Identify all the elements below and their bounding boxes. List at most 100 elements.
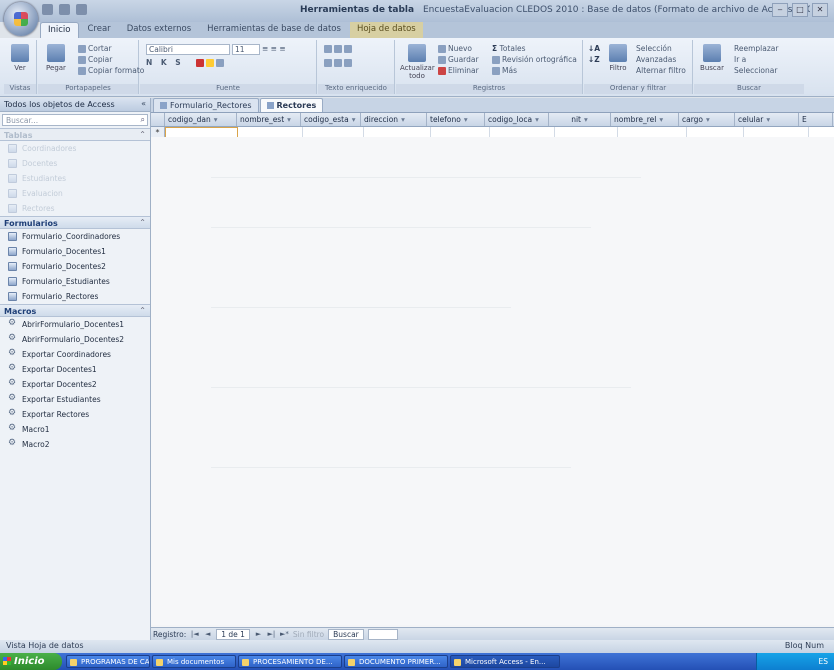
select-all-cell[interactable] [151,113,165,126]
toggle-filter-button[interactable]: Alternar filtro [636,66,686,75]
redo-icon[interactable] [76,4,87,15]
tab-crear[interactable]: Crear [81,22,118,38]
filter-button[interactable]: Filtro [604,44,632,72]
column-header[interactable]: E [799,113,833,126]
nav-item-table[interactable]: Rectores [0,201,150,216]
chevron-double-left-icon[interactable]: « [141,99,146,108]
nav-item-form[interactable]: Formulario_Docentes2 [0,259,150,274]
taskbar-button[interactable]: Mis documentos [152,655,236,668]
nav-item-macro[interactable]: Exportar Docentes1 [0,362,150,377]
cut-button[interactable]: Cortar [78,44,112,53]
nav-item-form[interactable]: Formulario_Rectores [0,289,150,304]
nav-item-macro[interactable]: AbrirFormulario_Docentes2 [0,332,150,347]
column-header[interactable]: codigo_loca ▾ [485,113,549,126]
more-button[interactable]: Más [492,66,517,75]
column-header[interactable]: nombre_rel ▾ [611,113,679,126]
minimize-button[interactable]: ‒ [772,3,788,17]
save-record-button[interactable]: Guardar [438,55,479,64]
last-record-button[interactable]: ►| [267,630,276,639]
format-painter-button[interactable]: Copiar formato [78,66,144,75]
filter-status[interactable]: Sin filtro [293,630,324,639]
column-header[interactable]: cargo ▾ [679,113,735,126]
undo-icon[interactable] [59,4,70,15]
doc-tab-formulario-rectores[interactable]: Formulario_Rectores [153,98,259,112]
tab-hoja-de-datos[interactable]: Hoja de datos [349,22,423,38]
totals-button[interactable]: Σ Totales [492,44,526,53]
nav-item-form[interactable]: Formulario_Estudiantes [0,274,150,289]
record-search-input[interactable]: Buscar [328,628,364,640]
column-header[interactable]: direccion ▾ [361,113,427,126]
nav-item-form[interactable]: Formulario_Coordinadores [0,229,150,244]
find-button[interactable]: Buscar [698,44,726,72]
section-macros[interactable]: Macros ⌃ [0,304,150,317]
nav-pane-header[interactable]: Todos los objetos de Access « [0,98,150,112]
delete-record-button[interactable]: Eliminar [438,66,479,75]
column-header[interactable]: telefono ▾ [427,113,485,126]
tab-inicio[interactable]: Inicio [40,22,79,38]
view-button[interactable]: Ver [6,44,34,72]
nav-item-form[interactable]: Formulario_Docentes1 [0,244,150,259]
align-buttons[interactable]: ≡ ≡ ≡ [262,44,286,53]
ghost-line [211,177,641,178]
first-record-button[interactable]: |◄ [190,630,199,639]
search-icon[interactable]: ⌕ [141,115,145,125]
next-record-button[interactable]: ► [254,630,263,639]
save-icon[interactable] [42,4,53,15]
taskbar-button[interactable]: PROCESAMIENTO DE... [238,655,342,668]
section-forms[interactable]: Formularios ⌃ [0,216,150,229]
new-record-button[interactable]: Nuevo [438,44,472,53]
previous-record-button[interactable]: ◄ [203,630,212,639]
maximize-button[interactable]: □ [792,3,808,17]
paste-button[interactable]: Pegar [42,44,70,72]
refresh-all-button[interactable]: Actualizar todo [400,44,435,80]
spelling-button[interactable]: Revisión ortográfica [492,55,577,64]
column-header[interactable]: codigo_esta ▾ [301,113,361,126]
column-header[interactable]: codigo_dan ▾ [165,113,237,126]
nav-item-table[interactable]: Estudiantes [0,171,150,186]
copy-button[interactable]: Copiar [78,55,112,64]
office-button[interactable] [4,2,38,36]
nav-item-macro[interactable]: Exportar Rectores [0,407,150,422]
font-name-select[interactable]: Calibri [146,44,230,55]
font-size-select[interactable]: 11 [232,44,260,55]
goto-button[interactable]: Ir a [734,55,746,64]
replace-button[interactable]: Reemplazar [734,44,778,53]
nav-item-table[interactable]: Coordinadores [0,141,150,156]
column-header[interactable]: nombre_est ▾ [237,113,301,126]
section-tables[interactable]: Tablas ⌃ [0,128,150,141]
nav-item-macro[interactable]: Macro1 [0,422,150,437]
nav-search-input[interactable]: Buscar... ⌕ [2,114,148,126]
macro-icon [8,408,17,419]
taskbar-button-active[interactable]: Microsoft Access - En... [450,655,560,668]
nav-item-macro[interactable]: Exportar Coordinadores [0,347,150,362]
indent-buttons[interactable] [324,44,354,53]
bold-italic-underline[interactable]: N K S [146,58,184,67]
select-button[interactable]: Seleccionar [734,66,777,75]
nav-item-macro[interactable]: Macro2 [0,437,150,452]
nav-item-table[interactable]: Docentes [0,156,150,171]
font-color-button[interactable] [196,58,226,67]
nav-item-table[interactable]: Evaluacion [0,186,150,201]
taskbar-button[interactable]: DOCUMENTO PRIMER... [344,655,448,668]
sort-desc-button[interactable]: ↓Z [588,55,600,64]
column-header[interactable]: nit ▾ [549,113,611,126]
record-position-input[interactable]: 1 de 1 [216,628,250,640]
nav-item-macro[interactable]: Exportar Docentes2 [0,377,150,392]
nav-item-macro[interactable]: AbrirFormulario_Docentes1 [0,317,150,332]
datasheet-empty-area[interactable] [151,137,834,625]
close-button[interactable]: ✕ [812,3,828,17]
list-buttons[interactable] [324,58,354,67]
new-record-nav-button[interactable]: ►* [280,630,289,639]
tab-datos-externos[interactable]: Datos externos [120,22,198,38]
taskbar-button[interactable]: PROGRAMAS DE CAP... [66,655,150,668]
start-button[interactable]: Inicio [0,653,62,670]
doc-tab-rectores[interactable]: Rectores [259,98,324,112]
selection-filter-button[interactable]: Selección [636,44,672,53]
sort-asc-button[interactable]: ↓A [588,44,600,53]
tab-herramientas-bd[interactable]: Herramientas de base de datos [200,22,348,38]
column-header[interactable]: celular ▾ [735,113,799,126]
nav-item-macro[interactable]: Exportar Estudiantes [0,392,150,407]
advanced-filter-button[interactable]: Avanzadas [636,55,676,64]
horizontal-scrollbar[interactable] [367,628,398,640]
save-record-icon [438,56,446,64]
